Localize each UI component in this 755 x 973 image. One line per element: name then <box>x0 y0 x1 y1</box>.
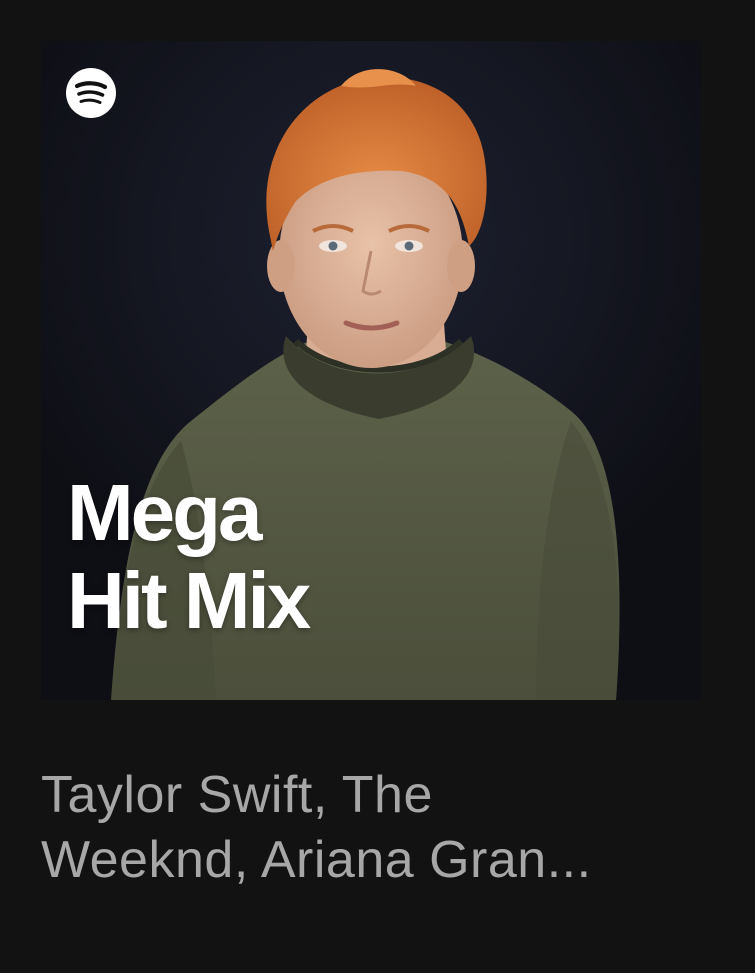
cover-title-line-1: Mega <box>67 468 263 557</box>
cover-title: Mega Hit Mix <box>67 468 311 645</box>
playlist-artists-subtitle: Taylor Swift, The Weeknd, Ariana Gran... <box>41 763 701 893</box>
subtitle-line-2: Weeknd, Ariana Gran... <box>41 831 592 889</box>
playlist-card[interactable]: Mega Hit Mix Taylor Swift, The Weeknd, A… <box>0 0 755 973</box>
spotify-logo-icon <box>66 68 116 118</box>
playlist-cover-image[interactable]: Mega Hit Mix <box>41 41 701 700</box>
cover-title-line-2: Hit Mix <box>67 556 311 645</box>
subtitle-line-1: Taylor Swift, The <box>41 766 433 824</box>
